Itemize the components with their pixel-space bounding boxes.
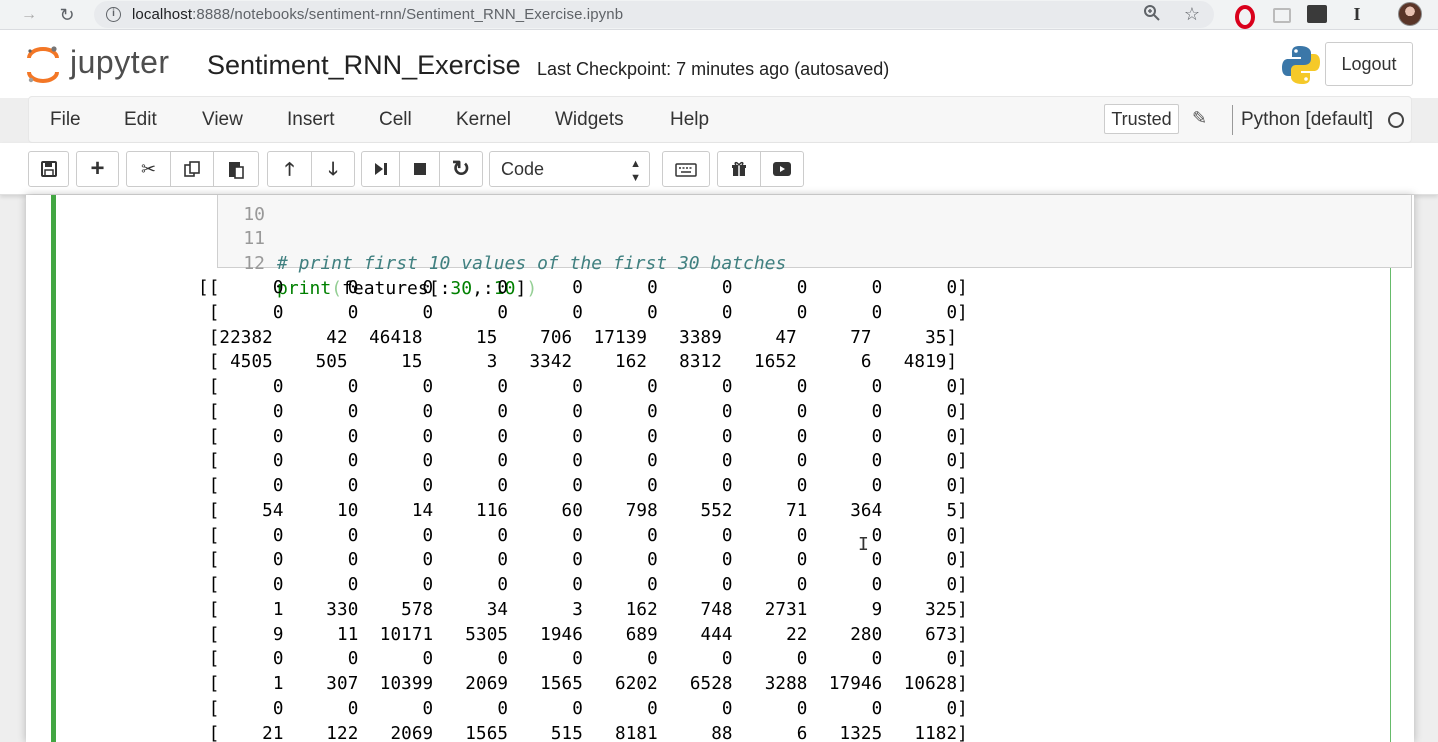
code-line: 11 # print first 10 values of the first …	[218, 201, 1411, 274]
arrow-down-icon[interactable]: 🡓	[311, 151, 355, 187]
serif-i-icon[interactable]: I	[1346, 3, 1368, 25]
cell-type-select[interactable]: Code ▲ ▼	[489, 151, 650, 187]
url-text[interactable]: localhost:8888/notebooks/sentiment-rnn/S…	[132, 6, 623, 23]
output-row: [ 0 0 0 0 0 0 0 0 0 0]	[198, 698, 968, 719]
run-step-icon[interactable]	[361, 151, 400, 187]
output-row: [ 21 122 2069 1565 515 8181 88 6 1325 11…	[198, 723, 968, 742]
select-arrows-icon: ▲ ▼	[630, 158, 641, 184]
output-row: [ 54 10 14 116 60 798 552 71 364 5]	[198, 500, 968, 521]
stop-icon[interactable]	[399, 151, 440, 187]
kernel-status-icon	[1388, 112, 1404, 128]
output-row: [ 0 0 0 0 0 0 0 0 0 0]	[198, 476, 968, 496]
copy-icon[interactable]	[170, 151, 214, 187]
code-input-area[interactable]: 10 11 # print first 10 values of the fir…	[217, 195, 1412, 299]
output-row: [ 1 307 10399 2069 1565 6202 6528 3288 1…	[198, 674, 968, 694]
output-row: [ 0 0 0 0 0 0 0 0 0 0]	[198, 451, 968, 472]
jupyter-header: jupyter Sentiment_RNN_Exercise Last Chec…	[0, 30, 1438, 98]
trusted-button[interactable]: Trusted	[1104, 104, 1179, 134]
menu-help[interactable]: Help	[670, 109, 709, 131]
jupyter-logo-icon[interactable]	[26, 45, 60, 85]
code-comment: # print first 10 values of the first 30 …	[277, 253, 787, 274]
menubar: File Edit View Insert Cell Kernel Widget…	[28, 96, 1412, 143]
output-row: [ 1 330 578 34 3 162 748 2731 9 325]	[198, 599, 968, 620]
address-bar[interactable]: i localhost:8888/notebooks/sentiment-rnn…	[94, 1, 1214, 28]
pencil-icon[interactable]: ✎	[1192, 108, 1207, 129]
output-row: [[ 0 0 0 0 0 0 0 0 0 0]	[198, 278, 968, 298]
text-cursor-icon: I	[858, 534, 869, 555]
play-icon[interactable]	[760, 151, 804, 187]
cell-type-value: Code	[501, 159, 545, 179]
output-row: [ 0 0 0 0 0 0 0 0 0 0]	[198, 649, 968, 670]
jupyter-logo-text: jupyter	[70, 44, 170, 80]
python-logo-icon	[1280, 44, 1322, 86]
star-icon[interactable]: ☆	[1182, 4, 1202, 24]
url-path: :8888/notebooks/sentiment-rnn/Sentiment_…	[192, 6, 624, 23]
menu-widgets[interactable]: Widgets	[555, 109, 624, 131]
reload-icon[interactable]: ↻	[56, 4, 78, 26]
code-line: 12 print(features[:30,:10])	[218, 226, 1411, 299]
paste-icon[interactable]	[213, 151, 259, 187]
avatar[interactable]	[1398, 2, 1422, 26]
save-icon[interactable]	[28, 151, 69, 187]
output-row: [ 9 11 10171 5305 1946 689 444 22 280 67…	[198, 624, 968, 645]
output-row: [22382 42 46418 15 706 17139 3389 47 77 …	[198, 327, 958, 348]
divider	[1232, 105, 1233, 135]
info-icon[interactable]: i	[106, 7, 121, 22]
output-row: [ 0 0 0 0 0 0 0 0 0 0]	[198, 525, 968, 546]
arrow-up-icon[interactable]: 🡑	[267, 151, 312, 187]
output-row: [ 0 0 0 0 0 0 0 0 0 0]	[198, 401, 968, 422]
output-row: [ 0 0 0 0 0 0 0 0 0 0]	[198, 377, 968, 397]
extension-icon[interactable]	[1307, 5, 1327, 23]
menu-insert[interactable]: Insert	[287, 109, 335, 131]
output-row: [ 0 0 0 0 0 0 0 0 0 0]	[198, 575, 968, 595]
output-row: [ 0 0 0 0 0 0 0 0 0 0]	[198, 550, 968, 571]
extension-icon[interactable]	[1270, 3, 1292, 25]
menu-edit[interactable]: Edit	[124, 109, 157, 131]
restart-icon[interactable]: ↻	[439, 151, 483, 187]
url-host: localhost	[132, 6, 193, 23]
menu-cell[interactable]: Cell	[379, 109, 412, 131]
kernel-name[interactable]: Python [default]	[1241, 109, 1373, 131]
plus-icon[interactable]: +	[76, 151, 119, 187]
logout-button[interactable]: Logout	[1325, 42, 1413, 86]
notebook-toolbar: + ✂ 🡑 🡓 ↻ Code ▲ ▼	[0, 143, 1438, 195]
opera-icon[interactable]	[1232, 3, 1255, 29]
output-row: [ 0 0 0 0 0 0 0 0 0 0]	[198, 302, 968, 323]
gift-icon[interactable]	[717, 151, 761, 187]
output-row: [ 0 0 0 0 0 0 0 0 0 0]	[198, 426, 968, 447]
checkpoint-status: Last Checkpoint: 7 minutes ago (autosave…	[537, 59, 890, 79]
menu-file[interactable]: File	[50, 109, 81, 131]
scissors-icon[interactable]: ✂	[126, 151, 171, 187]
menu-kernel[interactable]: Kernel	[456, 109, 511, 131]
zoom-icon[interactable]	[1142, 4, 1162, 24]
menu-view[interactable]: View	[202, 109, 243, 131]
browser-toolbar: → ↻ i localhost:8888/notebooks/sentiment…	[0, 0, 1438, 30]
arrow-left-icon[interactable]: →	[18, 4, 40, 26]
output-row: [ 4505 505 15 3 3342 162 8312 1652 6 481…	[198, 352, 958, 373]
line-number: 12	[243, 253, 265, 274]
keyboard-icon[interactable]	[662, 151, 710, 187]
notebook-name[interactable]: Sentiment_RNN_Exercise	[207, 50, 521, 81]
